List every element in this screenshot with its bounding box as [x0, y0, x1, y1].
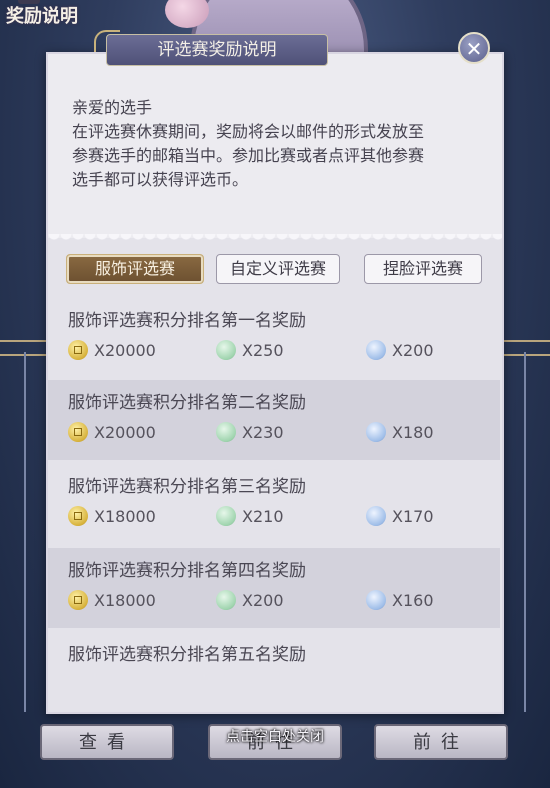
reward-row-4: 服饰评选赛积分排名第四名奖励 X18000 X200 X160: [48, 548, 500, 628]
blue-coin-icon: [366, 340, 386, 360]
reward-row-title: 服饰评选赛积分排名第五名奖励: [68, 645, 306, 665]
lace-divider: [48, 234, 502, 242]
view-button[interactable]: 查看: [40, 724, 174, 760]
reward-row-3: 服饰评选赛积分排名第三名奖励 X18000 X210 X170: [48, 464, 500, 544]
reward-row-title: 服饰评选赛积分排名第一名奖励: [68, 311, 306, 331]
gold-coin-amount: X20000: [94, 422, 156, 442]
gold-coin-icon: [68, 340, 88, 360]
blue-coin-reward: X180: [366, 422, 434, 442]
gold-coin-reward: X18000: [68, 506, 156, 526]
intro-greeting: 亲爱的选手: [72, 98, 153, 117]
gold-coin-icon: [68, 506, 88, 526]
green-coin-amount: X200: [242, 590, 284, 610]
green-coin-icon: [216, 422, 236, 442]
blue-coin-amount: X160: [392, 590, 434, 610]
green-coin-amount: X230: [242, 422, 284, 442]
tab-outfit-contest[interactable]: 服饰评选赛: [66, 254, 204, 284]
background-pole-right: [524, 352, 526, 712]
green-coin-reward: X230: [216, 422, 284, 442]
blue-coin-reward: X170: [366, 506, 434, 526]
dialog-title: 评选赛奖励说明: [106, 34, 328, 66]
green-coin-icon: [216, 340, 236, 360]
gold-coin-icon: [68, 422, 88, 442]
reward-row-5: 服饰评选赛积分排名第五名奖励: [48, 632, 500, 712]
close-icon[interactable]: ✕: [458, 32, 490, 64]
gold-coin-amount: X18000: [94, 590, 156, 610]
intro-line-3: 选手都可以获得评选币。: [72, 170, 249, 189]
go-button-right[interactable]: 前往: [374, 724, 508, 760]
blue-coin-icon: [366, 506, 386, 526]
gold-coin-amount: X18000: [94, 506, 156, 526]
reward-info-label[interactable]: 奖励说明: [6, 2, 78, 28]
gold-coin-amount: X20000: [94, 340, 156, 360]
close-hint[interactable]: 点击空白处关闭: [215, 726, 335, 746]
blue-coin-amount: X180: [392, 422, 434, 442]
tab-face-contest[interactable]: 捏脸评选赛: [364, 254, 482, 284]
reward-row-title: 服饰评选赛积分排名第四名奖励: [68, 561, 306, 581]
blue-coin-icon: [366, 422, 386, 442]
green-coin-reward: X210: [216, 506, 284, 526]
reward-row-title: 服饰评选赛积分排名第三名奖励: [68, 477, 306, 497]
blue-coin-amount: X170: [392, 506, 434, 526]
green-coin-amount: X210: [242, 506, 284, 526]
green-coin-icon: [216, 590, 236, 610]
gold-coin-reward: X18000: [68, 590, 156, 610]
background-rail-right: [502, 340, 550, 356]
background-pole-left: [24, 352, 26, 712]
green-coin-reward: X250: [216, 340, 284, 360]
blue-coin-icon: [366, 590, 386, 610]
reward-row-2: 服饰评选赛积分排名第二名奖励 X20000 X230 X180: [48, 380, 500, 460]
blue-coin-reward: X160: [366, 590, 434, 610]
blue-coin-reward: X200: [366, 340, 434, 360]
gold-coin-reward: X20000: [68, 340, 156, 360]
reward-row-title: 服饰评选赛积分排名第二名奖励: [68, 393, 306, 413]
gold-coin-reward: X20000: [68, 422, 156, 442]
gold-coin-icon: [68, 590, 88, 610]
green-coin-amount: X250: [242, 340, 284, 360]
intro-text: 亲爱的选手 在评选赛休赛期间，奖励将会以邮件的形式发放至 参赛选手的邮箱当中。参…: [72, 96, 482, 192]
reward-row-1: 服饰评选赛积分排名第一名奖励 X20000 X250 X200: [48, 298, 500, 378]
blue-coin-amount: X200: [392, 340, 434, 360]
intro-line-1: 在评选赛休赛期间，奖励将会以邮件的形式发放至: [72, 122, 425, 141]
tab-custom-contest[interactable]: 自定义评选赛: [216, 254, 340, 284]
green-coin-icon: [216, 506, 236, 526]
green-coin-reward: X200: [216, 590, 284, 610]
intro-line-2: 参赛选手的邮箱当中。参加比赛或者点评其他参赛: [72, 146, 425, 165]
